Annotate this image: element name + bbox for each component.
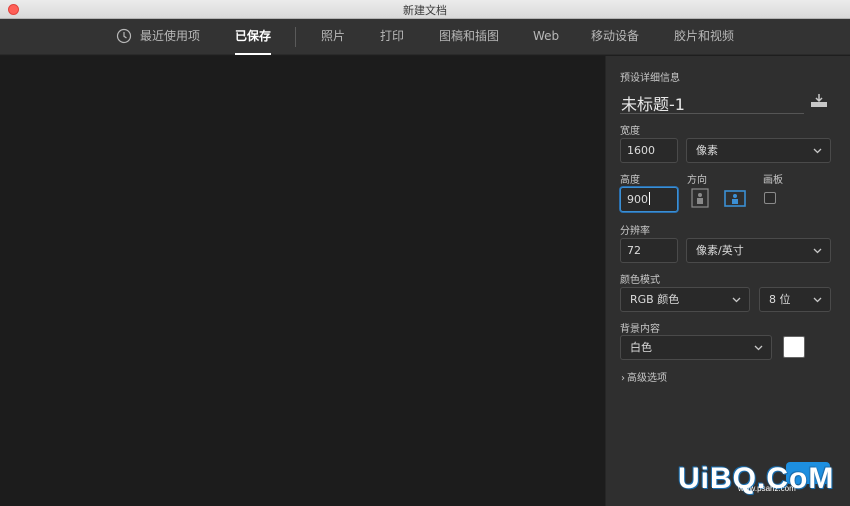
tab-recent[interactable]: 最近使用项 — [140, 19, 200, 55]
document-name-field[interactable]: 未标题-1 — [621, 91, 685, 115]
resolution-input[interactable]: 72 — [620, 238, 678, 263]
resolution-label: 分辨率 — [620, 226, 650, 237]
height-value: 900 — [627, 193, 648, 206]
chevron-down-icon — [813, 148, 822, 154]
advanced-options-label: 高级选项 — [627, 373, 667, 384]
tab-divider — [295, 27, 296, 47]
preset-details-label: 预设详细信息 — [620, 73, 680, 84]
tab-photo[interactable]: 照片 — [321, 19, 345, 55]
tab-art-illustration[interactable]: 图稿和插图 — [439, 19, 499, 55]
background-select[interactable]: 白色 — [620, 335, 772, 360]
title-bar: 新建文档 — [0, 0, 850, 19]
resolution-unit-select[interactable]: 像素/英寸 — [686, 238, 831, 263]
chevron-down-icon — [732, 297, 741, 303]
width-input[interactable]: 1600 — [620, 138, 678, 163]
landscape-orientation-icon[interactable] — [724, 188, 746, 208]
width-unit-value: 像素 — [696, 144, 718, 157]
chevron-down-icon — [813, 248, 822, 254]
document-name-underline — [620, 113, 804, 114]
save-preset-icon[interactable] — [810, 94, 828, 108]
clock-icon — [116, 28, 132, 44]
color-mode-select[interactable]: RGB 颜色 — [620, 287, 750, 312]
advanced-options-toggle[interactable]: › 高级选项 — [621, 369, 667, 384]
watermark-url: www.psahz.com — [738, 484, 796, 493]
height-label: 高度 — [620, 175, 640, 186]
resolution-unit-value: 像素/英寸 — [696, 244, 744, 257]
category-tab-bar: 最近使用项 已保存 照片 打印 图稿和插图 Web 移动设备 胶片和视频 — [0, 19, 850, 55]
color-mode-label: 颜色模式 — [620, 275, 660, 286]
tab-print[interactable]: 打印 — [380, 19, 404, 55]
bit-depth-value: 8 位 — [769, 293, 791, 306]
bit-depth-select[interactable]: 8 位 — [759, 287, 831, 312]
background-value: 白色 — [630, 341, 652, 354]
chevron-right-icon: › — [621, 373, 625, 384]
tab-web[interactable]: Web — [533, 19, 559, 55]
artboard-checkbox[interactable] — [764, 192, 776, 204]
background-label: 背景内容 — [620, 324, 660, 335]
artboard-label: 画板 — [763, 175, 783, 186]
width-unit-select[interactable]: 像素 — [686, 138, 831, 163]
color-mode-value: RGB 颜色 — [630, 293, 680, 306]
chevron-down-icon — [754, 345, 763, 351]
preset-list-area — [0, 56, 605, 506]
tab-film-video[interactable]: 胶片和视频 — [674, 19, 734, 55]
portrait-orientation-icon[interactable] — [691, 188, 709, 208]
orientation-label: 方向 — [687, 175, 707, 186]
tab-saved[interactable]: 已保存 — [235, 19, 272, 55]
chevron-down-icon — [813, 297, 822, 303]
height-input[interactable]: 900 — [620, 187, 678, 212]
text-caret — [649, 192, 650, 205]
tab-mobile[interactable]: 移动设备 — [591, 19, 639, 55]
window-title: 新建文档 — [403, 4, 447, 17]
background-color-swatch[interactable] — [783, 336, 805, 358]
width-label: 宽度 — [620, 126, 640, 137]
